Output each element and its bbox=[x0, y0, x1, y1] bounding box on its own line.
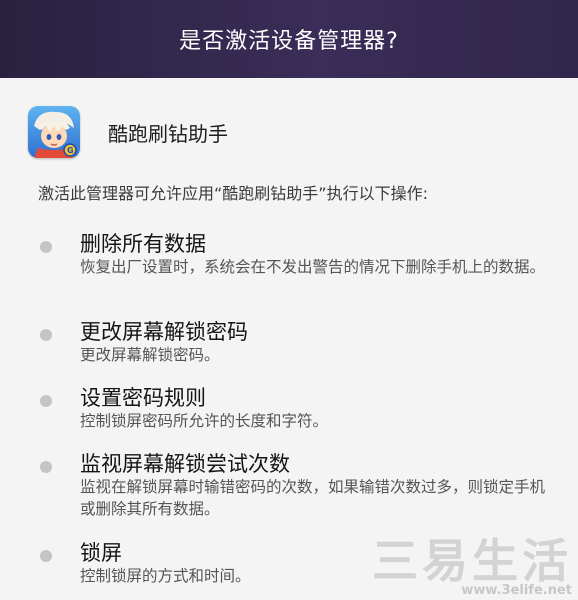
bullet-icon bbox=[40, 395, 52, 407]
app-info: G 酷跑刷钻助手 bbox=[28, 106, 228, 158]
permission-title: 更改屏幕解锁密码 bbox=[80, 320, 248, 344]
permission-description: 更改屏幕解锁密码。 bbox=[80, 346, 220, 364]
bullet-icon bbox=[40, 550, 52, 562]
bullet-icon bbox=[40, 329, 52, 341]
permission-title: 锁屏 bbox=[80, 541, 122, 565]
permission-title: 设置密码规则 bbox=[80, 386, 206, 410]
permission-title: 删除所有数据 bbox=[80, 232, 206, 256]
watermark: 三易生活 www.3elife.net bbox=[372, 538, 572, 598]
permission-description: 监视在解锁屏幕时输错密码的次数，如果输错次数过多，则锁定手机或删除其所有数据。 bbox=[80, 478, 546, 518]
permission-title: 监视屏幕解锁尝试次数 bbox=[80, 452, 290, 476]
bullet-icon bbox=[40, 241, 52, 253]
watermark-logo: 三易生活 bbox=[372, 534, 572, 588]
device-admin-dialog: 是否激活设备管理器? G 酷跑刷钻助手 激活此管理器可允许应用“酷跑刷钻助手”执… bbox=[0, 0, 578, 600]
permission-description: 恢复出厂设置时，系统会在不发出警告的情况下删除手机上的数据。 bbox=[80, 258, 546, 276]
dialog-title: 是否激活设备管理器? bbox=[179, 29, 399, 54]
bullet-icon bbox=[40, 461, 52, 473]
game-character-icon: G bbox=[28, 106, 80, 158]
svg-text:G: G bbox=[67, 146, 74, 155]
dialog-header: 是否激活设备管理器? bbox=[0, 0, 578, 78]
permission-description: 控制锁屏密码所允许的长度和字符。 bbox=[80, 412, 329, 430]
intro-text: 激活此管理器可允许应用“酷跑刷钻助手”执行以下操作: bbox=[38, 184, 428, 203]
app-name: 酷跑刷钻助手 bbox=[108, 121, 228, 146]
